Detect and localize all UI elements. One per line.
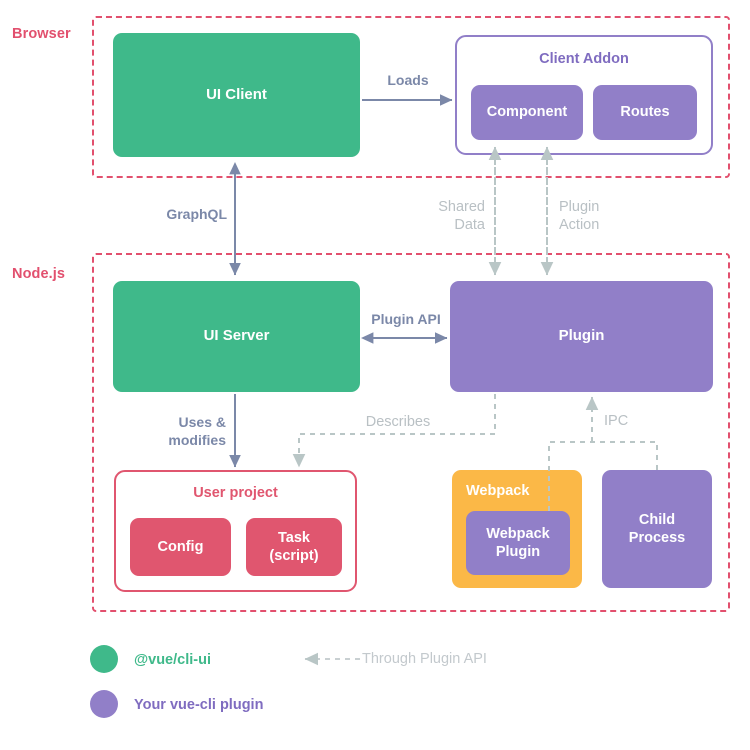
- legend-label-through-plugin-api: Through Plugin API: [362, 651, 487, 667]
- block-config[interactable]: Config: [130, 518, 231, 576]
- zone-browser-label: Browser: [12, 26, 71, 42]
- group-user-project-title: User project: [193, 485, 278, 501]
- legend-label-vue-cli-ui: @vue/cli-ui: [134, 652, 211, 668]
- connector-label-ipc: IPC: [604, 413, 629, 429]
- block-component[interactable]: Component: [471, 85, 583, 140]
- connector-label-describes: Describes: [365, 414, 431, 430]
- block-routes[interactable]: Routes: [593, 85, 697, 140]
- block-ui-client[interactable]: UI Client: [113, 33, 360, 157]
- connector-label-loads: Loads: [387, 72, 429, 88]
- connector-label-shared-data: Shared Data: [438, 199, 485, 234]
- block-webpack-plugin[interactable]: Webpack Plugin: [466, 511, 570, 575]
- legend-swatch-vue-cli-ui: [90, 645, 118, 673]
- connector-label-graphql: GraphQL: [166, 206, 227, 222]
- diagram-canvas: Browser Node.js UI Client Client Addon C…: [0, 0, 750, 750]
- connector-label-uses-modifies: Uses & modifies: [168, 414, 226, 448]
- block-plugin[interactable]: Plugin: [450, 281, 713, 392]
- block-child-process[interactable]: Child Process: [602, 470, 712, 588]
- block-ui-server[interactable]: UI Server: [113, 281, 360, 392]
- block-task[interactable]: Task (script): [246, 518, 342, 576]
- connector-label-plugin-action: Plugin Action: [559, 199, 600, 234]
- legend-swatch-your-plugin: [90, 690, 118, 718]
- block-webpack-label: Webpack: [466, 483, 530, 499]
- zone-nodejs-label: Node.js: [12, 266, 66, 282]
- connector-label-plugin-api: Plugin API: [371, 311, 441, 327]
- group-client-addon-title: Client Addon: [539, 51, 629, 67]
- legend-label-your-plugin: Your vue-cli plugin: [134, 697, 264, 713]
